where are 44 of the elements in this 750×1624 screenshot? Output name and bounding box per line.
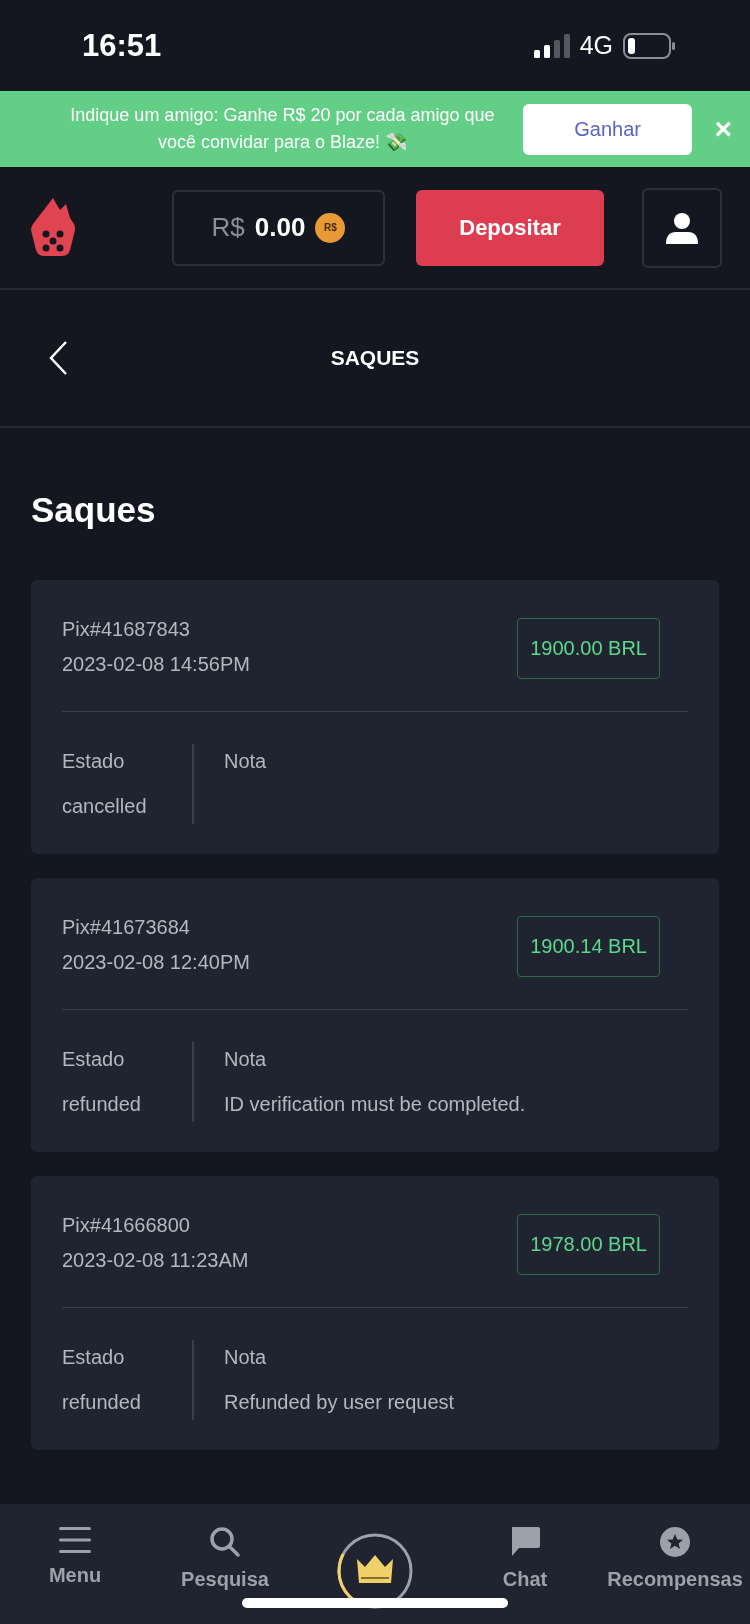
status-label: Estado [62, 1048, 126, 1071]
transaction-id: Pix#41673684 [62, 916, 191, 939]
status-label: Estado [62, 750, 126, 773]
deposit-button[interactable]: Depositar [416, 189, 604, 266]
note-label: Nota [224, 1048, 268, 1071]
earn-button[interactable]: Ganhar [522, 103, 693, 155]
nav-tab[interactable]: Menu [0, 1526, 150, 1624]
profile-button[interactable] [642, 187, 722, 268]
status-label: Estado [62, 1346, 126, 1369]
page-title: SAQUES [330, 346, 420, 370]
flame-dice-logo [30, 197, 76, 258]
menu-icon [59, 1526, 91, 1554]
search-icon [209, 1526, 241, 1558]
transaction-id: Pix#41666800 [62, 1214, 191, 1237]
network-label: 4G [579, 31, 613, 60]
signal-icon [533, 33, 570, 58]
star-badge-icon [659, 1526, 691, 1558]
crown-icon [357, 1555, 393, 1583]
amount-tag: 1900.00 BRL [517, 618, 660, 679]
battery-icon [623, 32, 675, 59]
transaction-date: 2023-02-08 11:23AM [62, 1249, 249, 1272]
note-text: Refunded by user request [224, 1391, 455, 1414]
status-time: 16:51 [82, 27, 162, 64]
status-value: refunded [62, 1093, 142, 1116]
balance-amount: 0.00 [254, 212, 306, 243]
transaction-id: Pix#41687843 [62, 618, 191, 641]
nav-tab[interactable]: Recompensas [600, 1526, 750, 1624]
coin-badge: R$ [315, 212, 346, 243]
nav-tab[interactable]: Pesquisa [150, 1526, 300, 1624]
note-label: Nota [224, 750, 267, 773]
section-title: Saques [31, 490, 157, 530]
user-icon [666, 211, 698, 244]
status-value: refunded [62, 1391, 142, 1414]
banner-text: Indique um amigo: Ganhe R$ 20 por cada amigo que você convidar para o Blaze! 💸 [69, 104, 496, 154]
chat-bubble-icon [509, 1526, 541, 1558]
note-text: ID verification must be completed. [224, 1093, 526, 1116]
status-value: cancelled [62, 795, 148, 818]
amount-tag: 1900.14 BRL [517, 916, 660, 977]
note-label: Nota [224, 1346, 268, 1369]
currency-label: R$ [211, 212, 245, 243]
transaction-date: 2023-02-08 12:40PM [62, 951, 250, 974]
transaction-date: 2023-02-08 14:56PM [62, 653, 250, 676]
amount-tag: 1978.00 BRL [517, 1214, 660, 1275]
nav-tab[interactable]: Chat [450, 1526, 600, 1624]
